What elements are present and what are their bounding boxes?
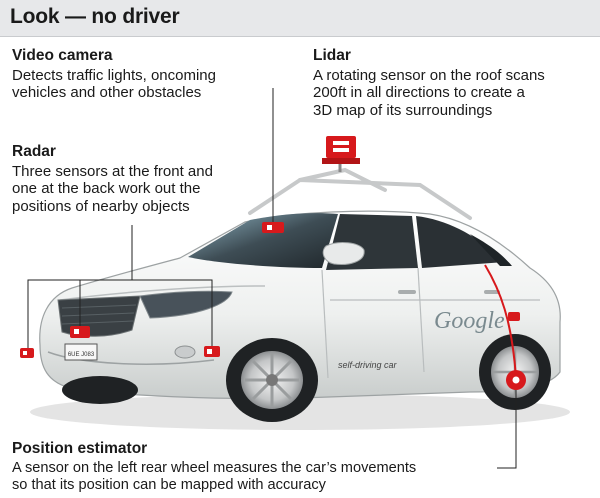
position-estimator-callout: Position estimator A sensor on the left … <box>12 440 482 495</box>
google-logo: Google <box>434 308 505 334</box>
video-camera-description: Detects traffic lights, oncoming vehicle… <box>12 66 216 102</box>
radar-title: Radar <box>12 143 56 160</box>
front-door-handle <box>398 290 416 294</box>
radar-sensor-rear <box>508 312 520 321</box>
lidar-description: A rotating sensor on the roof scans 200f… <box>313 66 545 119</box>
radar-callout: Radar Three sensors at the front and one… <box>12 143 242 215</box>
position-estimator-description: A sensor on the left rear wheel measures… <box>12 459 417 494</box>
video-camera-sensor <box>262 222 284 233</box>
radar-description: Three sensors at the front and one at th… <box>12 162 213 215</box>
position-estimator-sensor <box>506 370 526 390</box>
video-camera-callout: Video camera Detects traffic lights, onc… <box>12 47 272 102</box>
lidar-callout: Lidar A rotating sensor on the roof scan… <box>313 47 583 119</box>
video-camera-title: Video camera <box>12 47 113 64</box>
position-estimator-title: Position estimator <box>12 440 148 457</box>
front-wheel <box>226 338 318 422</box>
lidar-title: Lidar <box>313 47 351 64</box>
radar-sensor-right <box>204 346 220 357</box>
license-plate-text: 6UE J083 <box>68 352 95 358</box>
radar-sensor-center <box>70 326 90 338</box>
door-text: self-driving car <box>338 360 398 370</box>
front-left-wheel <box>62 376 138 404</box>
side-mirror <box>322 242 365 265</box>
lidar-sensor <box>322 136 360 172</box>
fog-light <box>174 345 196 359</box>
radar-sensor-left <box>20 348 34 358</box>
